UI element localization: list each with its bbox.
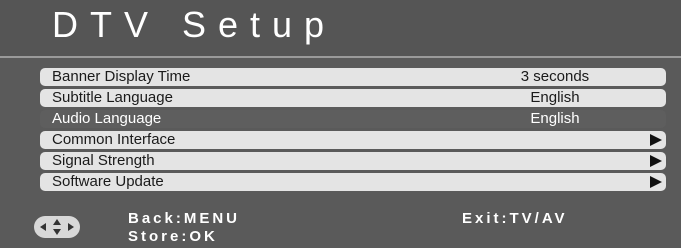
dtv-setup-screen: DTV Setup Banner Display Time 3 seconds … [0, 0, 681, 248]
menu-item-value: English [530, 110, 580, 127]
menu-item-common-interface[interactable]: Common Interface [40, 131, 666, 149]
triangle-right-icon [650, 134, 662, 146]
menu-item-software-update[interactable]: Software Update [40, 173, 666, 191]
footer-hints: Back:MENU Store:OK Exit:TV/AV [0, 204, 681, 248]
title-bar: DTV Setup [0, 0, 681, 58]
arrow-right-icon [68, 223, 74, 231]
menu-item-audio-language[interactable]: Audio Language English [40, 110, 666, 128]
menu-item-value: 3 seconds [520, 68, 590, 85]
menu-item-label: Banner Display Time [52, 68, 191, 85]
menu-item-subtitle-language[interactable]: Subtitle Language English [40, 89, 666, 107]
arrow-down-icon [53, 229, 61, 235]
settings-menu: Banner Display Time 3 seconds Subtitle L… [40, 68, 666, 194]
arrow-up-icon [53, 219, 61, 225]
menu-item-label: Audio Language [52, 110, 162, 127]
menu-item-signal-strength[interactable]: Signal Strength [40, 152, 666, 170]
triangle-right-icon [650, 155, 662, 167]
exit-hint: Exit:TV/AV [462, 210, 568, 227]
menu-item-label: Subtitle Language [52, 89, 173, 106]
store-hint: Store:OK [128, 228, 218, 245]
triangle-right-icon [650, 176, 662, 188]
menu-item-value: English [530, 89, 580, 106]
page-title: DTV Setup [52, 4, 337, 45]
back-hint: Back:MENU [128, 210, 241, 227]
menu-item-label: Signal Strength [52, 152, 155, 169]
menu-item-label: Software Update [52, 173, 164, 190]
arrow-left-icon [40, 223, 46, 231]
menu-item-banner-display-time[interactable]: Banner Display Time 3 seconds [40, 68, 666, 86]
menu-item-label: Common Interface [52, 131, 176, 148]
arrow-keys-icon [34, 216, 80, 238]
